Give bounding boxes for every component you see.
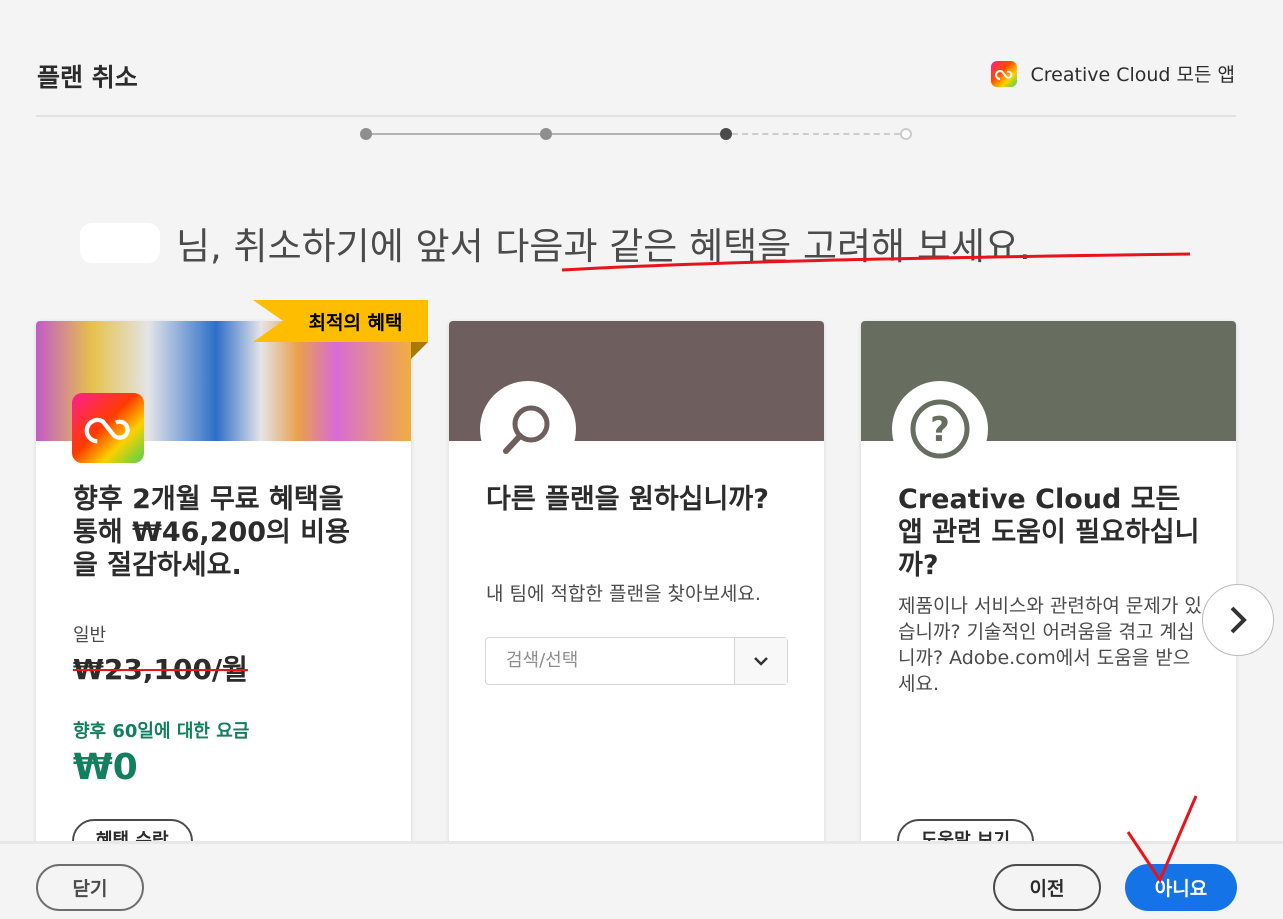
regular-price: ₩23,100/월 xyxy=(73,653,248,686)
plan-search-select[interactable]: 검색/선택 xyxy=(485,637,788,685)
page-title: 플랜 취소 xyxy=(37,63,138,92)
step-3-current xyxy=(720,128,732,140)
offer-heading: 님, 취소하기에 앞서 다음과 같은 혜택을 고려해 보세요. xyxy=(80,216,1031,270)
brand-label: Creative Cloud 모든 앱 xyxy=(1030,64,1236,86)
step-4 xyxy=(900,128,912,140)
product-brand: Creative Cloud 모든 앱 xyxy=(990,60,1236,87)
creative-cloud-app-icon xyxy=(72,393,144,463)
offer-label: 향후 60일에 대한 요금 xyxy=(73,721,250,742)
offer-title: 향후 2개월 무료 혜택을 통해 ₩46,200의 비용을 절감하세요. xyxy=(73,484,350,581)
redacted-username xyxy=(80,223,160,263)
regular-label: 일반 xyxy=(73,625,107,646)
search-icon xyxy=(480,381,576,477)
question-icon: ? xyxy=(892,381,988,477)
chevron-down-icon[interactable] xyxy=(734,638,787,684)
card-title: 다른 플랜을 원하십니까? xyxy=(486,484,769,515)
no-button[interactable]: 아니요 xyxy=(1125,864,1237,911)
creative-cloud-logo-icon xyxy=(990,60,1017,87)
header-divider xyxy=(36,115,1236,117)
card-title: Creative Cloud 모든 앱 관련 도움이 필요하십니까? xyxy=(898,484,1200,581)
offer-price: ₩0 xyxy=(73,747,138,788)
chevron-right-icon xyxy=(1230,606,1247,634)
card-description: 내 팀에 적합한 플랜을 찾아보세요. xyxy=(486,583,761,605)
help-card: ? Creative Cloud 모든 앱 관련 도움이 필요하십니까? 제품이… xyxy=(861,321,1236,881)
progress-stepper xyxy=(360,128,912,140)
step-1 xyxy=(360,128,372,140)
step-2 xyxy=(540,128,552,140)
card-description: 제품이나 서비스와 관련하여 문제가 있습니까? 기술적인 어려움을 겪고 계십… xyxy=(898,595,1202,695)
other-plan-card: 다른 플랜을 원하십니까? 내 팀에 적합한 플랜을 찾아보세요. 검색/선택 xyxy=(449,321,824,881)
previous-button[interactable]: 이전 xyxy=(993,864,1101,911)
offer-card-free-months: 향후 2개월 무료 혜택을 통해 ₩46,200의 비용을 절감하세요. 일반 … xyxy=(36,321,411,881)
close-button[interactable]: 닫기 xyxy=(36,864,144,911)
svg-text:?: ? xyxy=(930,410,950,450)
carousel-next-button[interactable] xyxy=(1202,584,1274,656)
footer-bar: 닫기 이전 아니요 xyxy=(0,841,1283,919)
